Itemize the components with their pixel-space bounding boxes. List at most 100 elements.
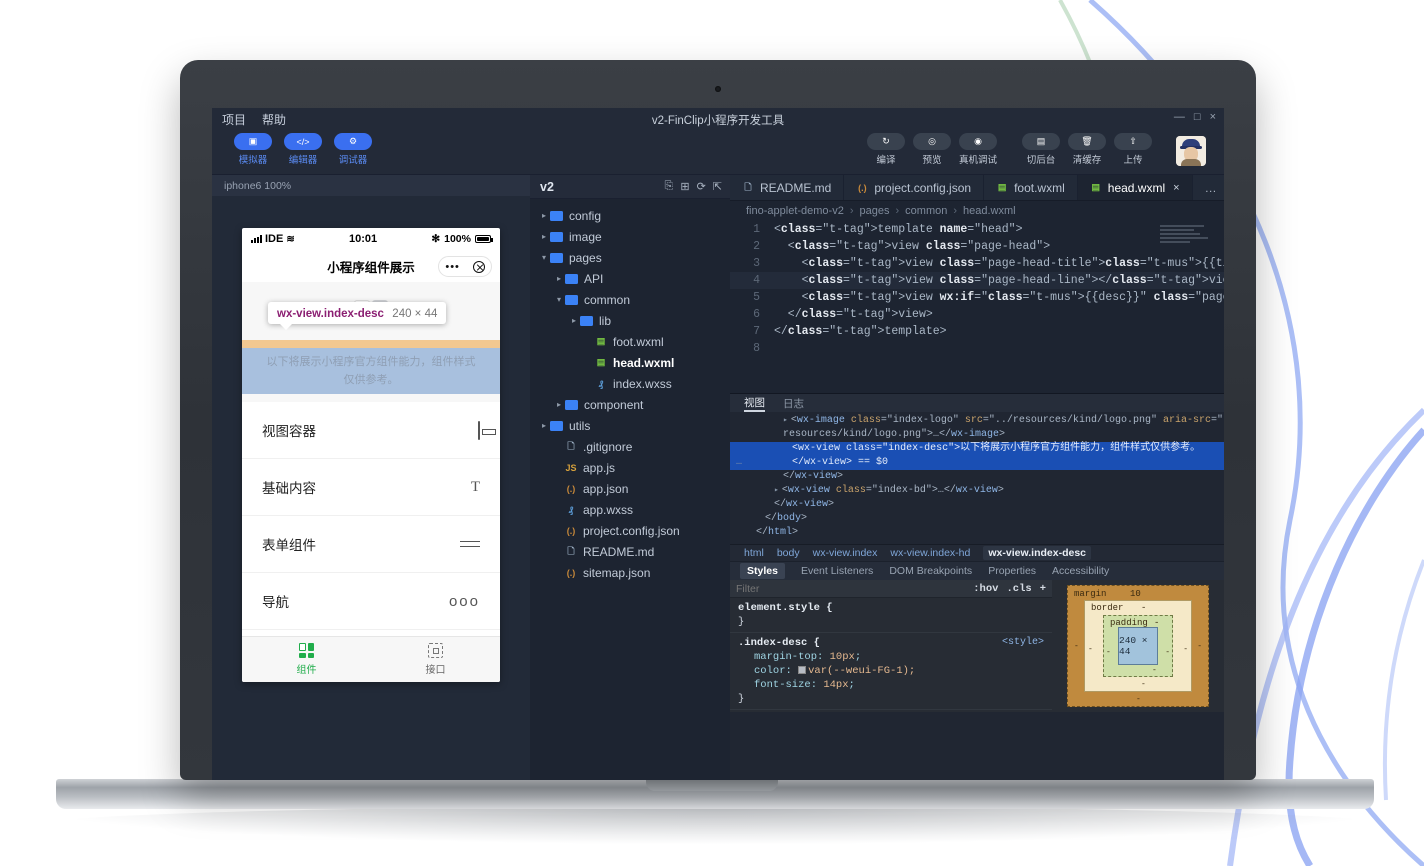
dom-breadcrumb-item[interactable]: body	[777, 547, 800, 559]
dom-node[interactable]: </body>	[730, 512, 1224, 526]
disclosure-triangle-icon[interactable]: ▸	[538, 421, 550, 430]
dom-node[interactable]: ▸<wx-view class="index-bd">…</wx-view>	[730, 484, 1224, 498]
file-tree-node[interactable]: ▤head.wxml	[530, 352, 730, 373]
dom-node-menu-icon[interactable]: …	[736, 456, 742, 470]
styles-panel-tab[interactable]: Properties	[988, 565, 1036, 577]
toolbar-button-compile[interactable]: ↻ 编译	[867, 133, 905, 166]
dom-breadcrumb-item[interactable]: wx-view.index-hd	[890, 547, 970, 559]
new-file-icon[interactable]: ⎘	[665, 180, 674, 193]
phone-tab-api[interactable]: 接口	[371, 637, 500, 682]
file-tree-node[interactable]: (.)app.json	[530, 478, 730, 499]
close-tab-icon[interactable]: ×	[1173, 182, 1179, 194]
dom-node[interactable]: </wx-view>	[730, 498, 1224, 512]
dom-breadcrumb-item[interactable]: html	[744, 547, 764, 559]
file-tree-node[interactable]: ▸API	[530, 268, 730, 289]
toolbar-button-clear-cache[interactable]: 🗑 清缓存	[1068, 133, 1106, 166]
disclosure-triangle-icon[interactable]: ▸	[538, 232, 550, 241]
toolbar-button-preview[interactable]: ◎ 预览	[913, 133, 951, 166]
css-value[interactable]: 10px	[830, 651, 855, 663]
file-tree-node[interactable]: ₰app.wxss	[530, 499, 730, 520]
list-item[interactable]: 基础内容 T	[242, 459, 500, 516]
breadcrumb-item[interactable]: head.wxml	[963, 205, 1016, 217]
styles-filter-input[interactable]	[736, 583, 965, 595]
border-bottom-value[interactable]: -	[1141, 680, 1146, 689]
disclosure-triangle-icon[interactable]: ▸	[774, 486, 779, 495]
phone-tab-components[interactable]: 组件	[242, 637, 371, 682]
disclosure-triangle-icon[interactable]: ▸	[783, 416, 788, 425]
phone-simulator[interactable]: IDE ≋ 10:01 ✻ 100%	[242, 228, 500, 682]
breadcrumb-item[interactable]: fino-applet-demo-v2	[746, 205, 844, 217]
margin-bottom-value[interactable]: -	[1136, 695, 1141, 704]
padding-left-value[interactable]: -	[1106, 648, 1111, 657]
file-tree-node[interactable]: ▤foot.wxml	[530, 331, 730, 352]
collapse-icon[interactable]: ⇱	[713, 180, 722, 193]
css-rule[interactable]: wx-view {localfile:/…index.css:2display:…	[730, 710, 1052, 712]
dom-node-selected[interactable]: <wx-view class="index-desc">以下将展示小程序官方组件…	[730, 442, 1224, 470]
dom-tree[interactable]: ▸<wx-image class="index-logo" src="../re…	[730, 412, 1224, 544]
disclosure-triangle-icon[interactable]: ▸	[538, 211, 550, 220]
editor-tab[interactable]: ▤head.wxml×	[1078, 175, 1193, 200]
file-tree-node[interactable]: ▾pages	[530, 247, 730, 268]
box-model-diagram[interactable]: margin 10 - - - border - -	[1067, 585, 1209, 707]
border-top-value[interactable]: -	[1141, 603, 1146, 613]
border-right-value[interactable]: -	[1183, 645, 1188, 654]
file-tree-node[interactable]: ▸component	[530, 394, 730, 415]
file-tree-node[interactable]: ▸utils	[530, 415, 730, 436]
list-item[interactable]: 视图容器	[242, 402, 500, 459]
editor-tabs-overflow-icon[interactable]: …	[1193, 175, 1224, 200]
styles-panel-tab[interactable]: Event Listeners	[801, 565, 873, 577]
css-rule-source[interactable]: <style>	[1002, 636, 1044, 650]
class-toggle[interactable]: .cls	[1006, 583, 1031, 595]
refresh-icon[interactable]: ⟳	[697, 180, 706, 193]
css-property[interactable]: font-size: 14px;	[738, 678, 1044, 692]
file-tree-node[interactable]: ₰index.wxss	[530, 373, 730, 394]
css-value[interactable]: 14px	[823, 679, 848, 691]
dom-node[interactable]: </wx-view>	[730, 470, 1224, 484]
styles-panel-tab[interactable]: Accessibility	[1052, 565, 1109, 577]
disclosure-triangle-icon[interactable]: ▸	[553, 400, 565, 409]
dom-node[interactable]: </html>	[730, 526, 1224, 540]
close-circle-icon[interactable]	[473, 261, 485, 273]
minimap[interactable]	[1160, 225, 1214, 245]
file-tree-node[interactable]: (.)sitemap.json	[530, 562, 730, 583]
padding-bottom-value[interactable]: -	[1152, 666, 1157, 675]
dom-node[interactable]: resources/kind/logo.png">…</wx-image>	[730, 428, 1224, 442]
maximize-icon[interactable]: □	[1194, 111, 1201, 123]
margin-right-value[interactable]: -	[1197, 642, 1202, 651]
toolbar-button-device-debug[interactable]: ◉ 真机调试	[959, 133, 997, 166]
toolbar-button-debugger[interactable]: ⚙ 调试器	[334, 133, 372, 166]
css-rule[interactable]: .index-desc {<style>margin-top: 10px;col…	[730, 633, 1052, 710]
avatar[interactable]	[1176, 136, 1206, 166]
dom-breadcrumb-item[interactable]: wx-view.index	[813, 547, 878, 559]
close-icon[interactable]: ×	[1210, 111, 1216, 123]
editor-tab[interactable]: (.)project.config.json	[844, 175, 984, 200]
breadcrumb-item[interactable]: pages	[860, 205, 890, 217]
file-tree-node[interactable]: ▾common	[530, 289, 730, 310]
content-box[interactable]: 240 × 44	[1118, 627, 1158, 665]
css-value[interactable]: var(--weui-FG-1);	[808, 665, 915, 677]
disclosure-triangle-icon[interactable]: ▾	[553, 295, 565, 304]
file-tree-node[interactable]: ▸config	[530, 205, 730, 226]
toolbar-button-background[interactable]: ▤ 切后台	[1022, 133, 1060, 166]
file-tree-node[interactable]: JSapp.js	[530, 457, 730, 478]
margin-left-value[interactable]: -	[1074, 642, 1079, 651]
dom-breadcrumb-item[interactable]: wx-view.index-desc	[983, 546, 1091, 560]
devtools-tab-log[interactable]: 日志	[783, 396, 804, 411]
minimize-icon[interactable]: —	[1174, 111, 1185, 123]
new-folder-icon[interactable]: ⊞	[680, 180, 689, 193]
disclosure-triangle-icon[interactable]: ▾	[538, 253, 550, 262]
padding-right-value[interactable]: -	[1165, 648, 1170, 657]
breadcrumb-item[interactable]: common	[905, 205, 947, 217]
file-tree-node[interactable]: ▸image	[530, 226, 730, 247]
file-tree-node[interactable]: (.)project.config.json	[530, 520, 730, 541]
border-left-value[interactable]: -	[1088, 645, 1093, 654]
list-item[interactable]: 表单组件	[242, 516, 500, 573]
toolbar-button-simulator[interactable]: ▣ 模拟器	[234, 133, 272, 166]
disclosure-triangle-icon[interactable]: ▸	[553, 274, 565, 283]
margin-value[interactable]: 10	[1130, 589, 1141, 599]
toolbar-button-upload[interactable]: ⇧ 上传	[1114, 133, 1152, 166]
file-tree-node[interactable]: 🗋.gitignore	[530, 436, 730, 457]
disclosure-triangle-icon[interactable]: ▸	[568, 316, 580, 325]
css-property[interactable]: margin-top: 10px;	[738, 650, 1044, 664]
styles-panel-tab[interactable]: DOM Breakpoints	[889, 565, 972, 577]
